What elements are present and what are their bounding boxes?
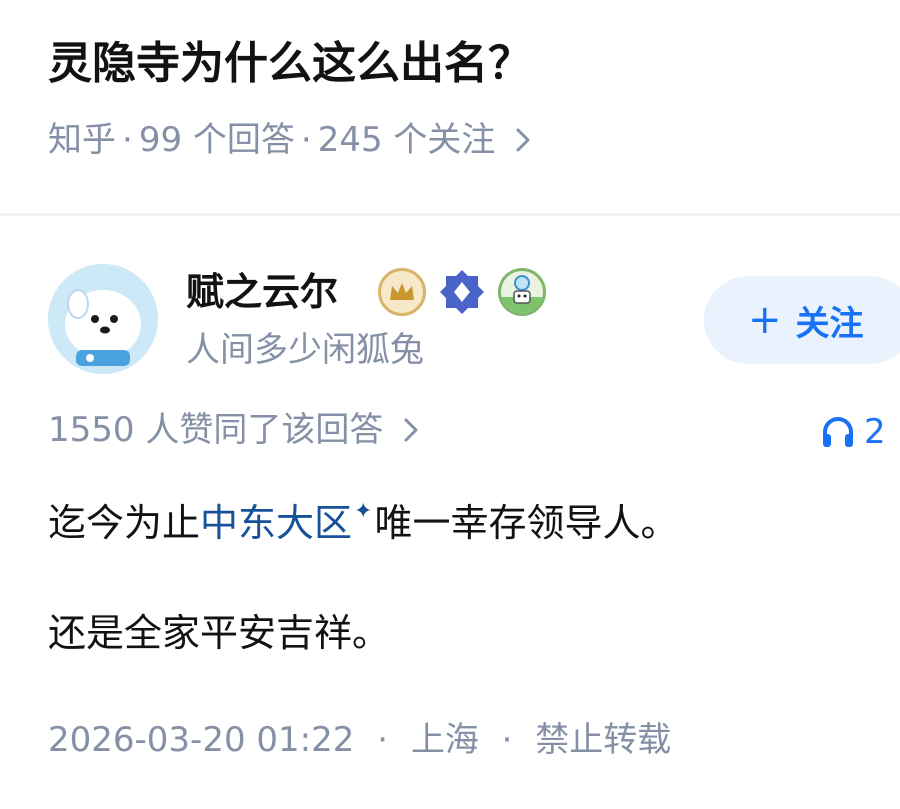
question-meta[interactable]: 知乎 · 99 个回答 · 245 个关注 (48, 116, 531, 164)
votes-text: 1550 人赞同了该回答 (48, 410, 384, 450)
sparkle-icon: ✦ (354, 499, 373, 524)
answers-count: 99 个回答 (138, 120, 295, 160)
copyright-notice: 禁止转载 (535, 720, 672, 760)
followers-count: 245 个关注 (317, 120, 496, 160)
blue-diamond-badge-icon[interactable] (438, 268, 486, 316)
answer-paragraph: 还是全家平安吉祥。 (48, 611, 391, 655)
author-avatar[interactable] (48, 264, 158, 374)
chevron-right-icon (403, 417, 419, 443)
answer-paragraph: 迄今为止中东大区✦唯一幸存领导人。 (48, 482, 678, 553)
pet-avatar-badge-icon[interactable] (498, 268, 546, 316)
section-divider (0, 213, 900, 216)
meta-separator: · (122, 120, 133, 160)
headphones-icon (823, 417, 853, 447)
follow-button[interactable]: + 关注 (704, 276, 900, 364)
author-bio: 人间多少闲狐兔 (186, 330, 424, 370)
meta-separator: · (300, 120, 312, 160)
ip-location: 上海 (410, 720, 479, 760)
author-name[interactable]: 赋之云尔 (186, 266, 338, 318)
post-time: 2026-03-20 01:22 (48, 720, 355, 760)
footer-separator: · (501, 720, 513, 760)
answer-footer: 2026-03-20 01:22 · 上海 · 禁止转载 (48, 714, 671, 766)
follow-button-label: 关注 (795, 303, 864, 344)
search-link-term[interactable]: 中东大区 (200, 501, 352, 545)
author-badges (378, 268, 546, 316)
listen-button[interactable]: 2 (820, 408, 886, 456)
plus-icon: + (748, 297, 782, 343)
listen-count: 2 (864, 412, 886, 452)
crown-badge-icon[interactable] (378, 268, 426, 316)
answer-content: 迄今为止中东大区✦唯一幸存领导人。 还是全家平安吉祥。 (48, 482, 678, 663)
answer-text: 唯一幸存领导人。 (374, 501, 679, 545)
question-source: 知乎 (48, 120, 116, 160)
vote-summary[interactable]: 1550 人赞同了该回答 (48, 406, 419, 454)
answer-page: 灵隐寺为什么这么出名？ 知乎 · 99 个回答 · 245 个关注 赋之云尔 人… (0, 0, 900, 809)
question-title[interactable]: 灵隐寺为什么这么出名？ (48, 32, 532, 96)
chevron-right-icon (515, 127, 531, 153)
footer-separator: · (377, 720, 389, 760)
answer-text: 迄今为止 (48, 501, 201, 545)
